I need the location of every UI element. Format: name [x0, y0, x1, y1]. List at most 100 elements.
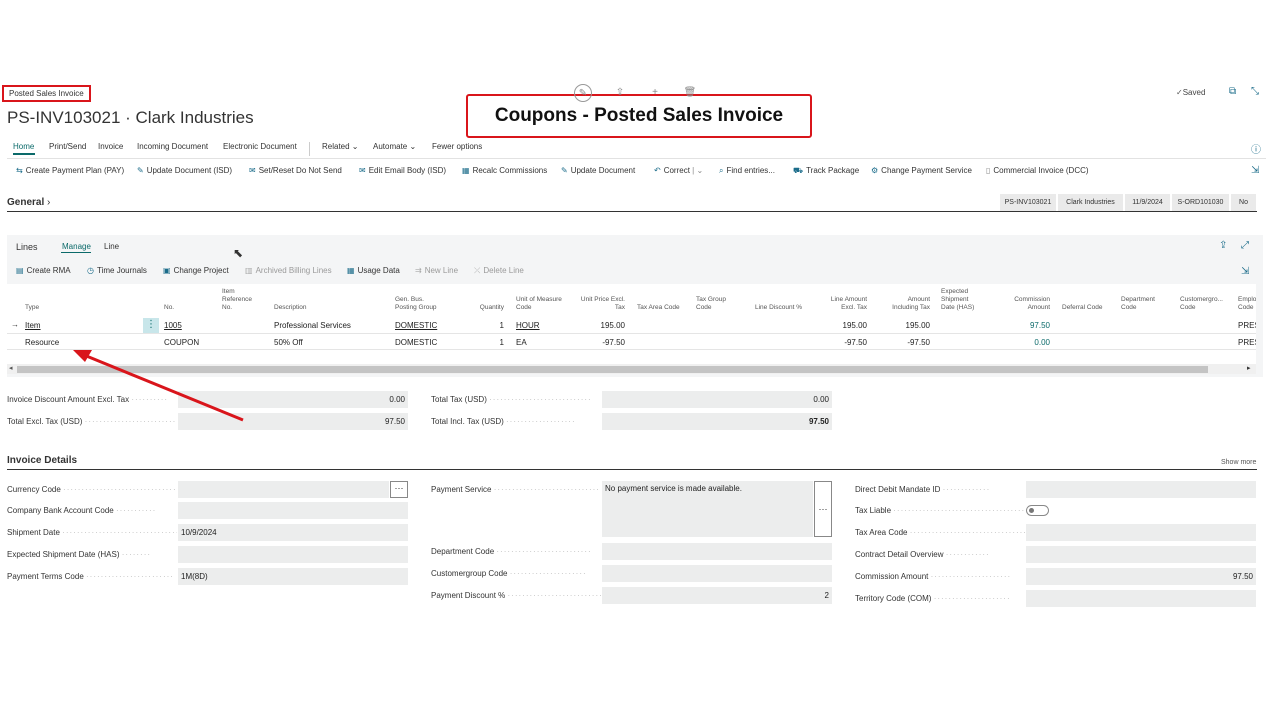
cell-line-amount[interactable]: -97.50 — [820, 338, 867, 347]
cell-type[interactable]: Item — [25, 321, 41, 330]
column-header-tax-area[interactable]: Tax Area Code — [637, 304, 680, 312]
column-header-line-amount[interactable]: Line Amount Excl. Tax — [820, 296, 867, 312]
add-icon[interactable]: + — [646, 84, 664, 102]
table-row[interactable] — [7, 318, 1256, 334]
cell-unit-price[interactable]: -97.50 — [575, 338, 625, 347]
recalc-commissions-button[interactable]: ▦ Recalc Commissions — [462, 166, 547, 175]
cell-employee[interactable]: PRES — [1238, 338, 1256, 347]
column-header-uom[interactable]: Unit of Measure Code — [516, 296, 566, 312]
edit-icon[interactable]: ✎ — [574, 84, 592, 102]
change-project-button[interactable]: ▣ Change Project — [163, 266, 229, 275]
payment-terms-field[interactable]: 1M(8D) — [178, 568, 408, 585]
column-header-item-reference[interactable]: Item Reference No. — [222, 288, 262, 312]
tax-liable-toggle[interactable] — [1026, 505, 1049, 516]
cell-line-amount[interactable]: 195.00 — [820, 321, 867, 330]
tab-electronic-document[interactable]: Electronic Document — [223, 142, 297, 151]
collapse-icon[interactable]: ⤡ — [1251, 86, 1259, 97]
tab-home[interactable]: Home — [13, 142, 34, 151]
tab-incoming-document[interactable]: Incoming Document — [137, 142, 208, 151]
create-rma-button[interactable]: ▤ Create RMA — [16, 266, 71, 275]
column-header-type[interactable]: Type — [25, 304, 39, 312]
invoice-details-header[interactable]: Invoice Details — [7, 455, 77, 466]
cell-amount-incl[interactable]: -97.50 — [882, 338, 930, 347]
usage-data-button[interactable]: ▦ Usage Data — [347, 266, 400, 275]
pin-icon[interactable]: ⇲ — [1241, 266, 1249, 277]
delete-icon[interactable]: 🗑 — [681, 84, 699, 102]
cell-commission[interactable]: 97.50 — [1005, 321, 1050, 330]
company-bank-account-field[interactable] — [178, 502, 408, 519]
column-header-employee[interactable]: Emplo Code — [1238, 296, 1256, 312]
correct-button[interactable]: ↶ Correct | ⌄ — [654, 166, 703, 175]
find-entries-button[interactable]: ⌕ Find entries... — [719, 166, 775, 176]
cell-commission[interactable]: 0.00 — [1005, 338, 1050, 347]
tab-print-send[interactable]: Print/Send — [49, 142, 86, 151]
direct-debit-mandate-field[interactable] — [1026, 481, 1256, 498]
cell-quantity[interactable]: 1 — [470, 321, 504, 330]
scroll-right-icon[interactable]: ▸ — [1247, 364, 1251, 372]
cell-gen-bus[interactable]: DOMESTIC — [395, 321, 437, 330]
cell-no[interactable]: 1005 — [164, 321, 182, 330]
column-header-department[interactable]: Department Code — [1121, 296, 1166, 312]
shipment-date-field[interactable]: 10/9/2024 — [178, 524, 408, 541]
track-package-button[interactable]: ⛟ Track Package — [793, 166, 859, 176]
column-header-gen-bus-posting[interactable]: Gen. Bus. Posting Group — [395, 296, 445, 312]
column-header-amount-incl-tax[interactable]: Amount Including Tax — [882, 296, 930, 312]
info-icon[interactable]: ⓘ — [1251, 141, 1261, 156]
payment-discount-field[interactable]: 2 — [602, 587, 832, 604]
territory-code-field[interactable] — [1026, 590, 1256, 607]
column-header-line-discount[interactable]: Line Discount % — [755, 304, 802, 312]
archived-billing-lines-button[interactable]: ▥ Archived Billing Lines — [245, 266, 332, 275]
column-header-no[interactable]: No. — [164, 304, 174, 312]
cell-uom[interactable]: HOUR — [516, 321, 540, 330]
cell-quantity[interactable]: 1 — [470, 338, 504, 347]
column-header-unit-price[interactable]: Unit Price Excl. Tax — [575, 296, 625, 312]
delete-line-button[interactable]: ⤫ Delete Line — [474, 266, 524, 276]
tab-manage[interactable]: Manage — [62, 242, 91, 251]
cell-no[interactable]: COUPON — [164, 338, 199, 347]
customergroup-code-field[interactable] — [602, 565, 832, 582]
change-payment-service-button[interactable]: ⚙ Change Payment Service — [871, 166, 972, 175]
update-document-isd-button[interactable]: ✎ Update Document (ISD) — [137, 166, 232, 175]
row-menu-icon[interactable]: ⋮ — [143, 318, 159, 333]
cell-description[interactable]: 50% Off — [274, 338, 303, 347]
currency-code-field[interactable] — [178, 481, 389, 498]
cell-uom[interactable]: EA — [516, 338, 527, 347]
pin-icon[interactable]: ⇲ — [1251, 165, 1259, 176]
share-icon[interactable]: ⇪ — [611, 84, 629, 102]
cell-unit-price[interactable]: 195.00 — [575, 321, 625, 330]
share-icon[interactable]: ⇪ — [1219, 240, 1227, 251]
payment-service-lookup-button[interactable]: ··· — [814, 481, 832, 537]
column-header-tax-group[interactable]: Tax Group Code — [696, 296, 732, 312]
update-document-button[interactable]: ✎ Update Document — [561, 166, 635, 175]
scrollbar-thumb[interactable] — [17, 366, 1208, 373]
commission-amount-field[interactable]: 97.50 — [1026, 568, 1256, 585]
tab-line[interactable]: Line — [104, 242, 119, 251]
currency-lookup-button[interactable]: ··· — [390, 481, 408, 498]
open-new-window-icon[interactable]: ⧉ — [1229, 86, 1236, 97]
tab-fewer-options[interactable]: Fewer options — [432, 142, 482, 151]
cell-amount-incl[interactable]: 195.00 — [882, 321, 930, 330]
general-section-header[interactable]: General › — [7, 197, 50, 208]
column-header-customergroup[interactable]: Customergro... Code — [1180, 296, 1228, 312]
scroll-left-icon[interactable]: ◂ — [9, 364, 13, 372]
column-header-expected-shipment[interactable]: Expected Shipment Date (HAS) — [941, 288, 981, 312]
cell-type[interactable]: Resource — [25, 338, 59, 347]
department-code-field[interactable] — [602, 543, 832, 560]
create-payment-plan-button[interactable]: ⇆ Create Payment Plan (PAY) — [16, 166, 124, 175]
expected-shipment-field[interactable] — [178, 546, 408, 563]
expand-icon[interactable]: ⤢ — [1241, 240, 1249, 251]
set-reset-do-not-send-button[interactable]: ✉ Set/Reset Do Not Send — [249, 166, 342, 175]
tab-automate[interactable]: Automate ⌄ — [373, 142, 416, 151]
new-line-button[interactable]: ⇉ New Line — [415, 266, 458, 275]
cell-employee[interactable]: PRES — [1238, 321, 1256, 330]
tab-related[interactable]: Related ⌄ — [322, 142, 359, 151]
tab-invoice[interactable]: Invoice — [98, 142, 123, 151]
cell-gen-bus[interactable]: DOMESTIC — [395, 338, 437, 347]
column-header-description[interactable]: Description — [274, 304, 307, 312]
cell-description[interactable]: Professional Services — [274, 321, 351, 330]
contract-detail-overview-field[interactable] — [1026, 546, 1256, 563]
tax-area-code-field[interactable] — [1026, 524, 1256, 541]
commercial-invoice-button[interactable]: ▯ Commercial Invoice (DCC) — [986, 166, 1089, 175]
column-header-quantity[interactable]: Quantity — [470, 304, 504, 312]
edit-email-body-button[interactable]: ✉ Edit Email Body (ISD) — [359, 166, 446, 175]
